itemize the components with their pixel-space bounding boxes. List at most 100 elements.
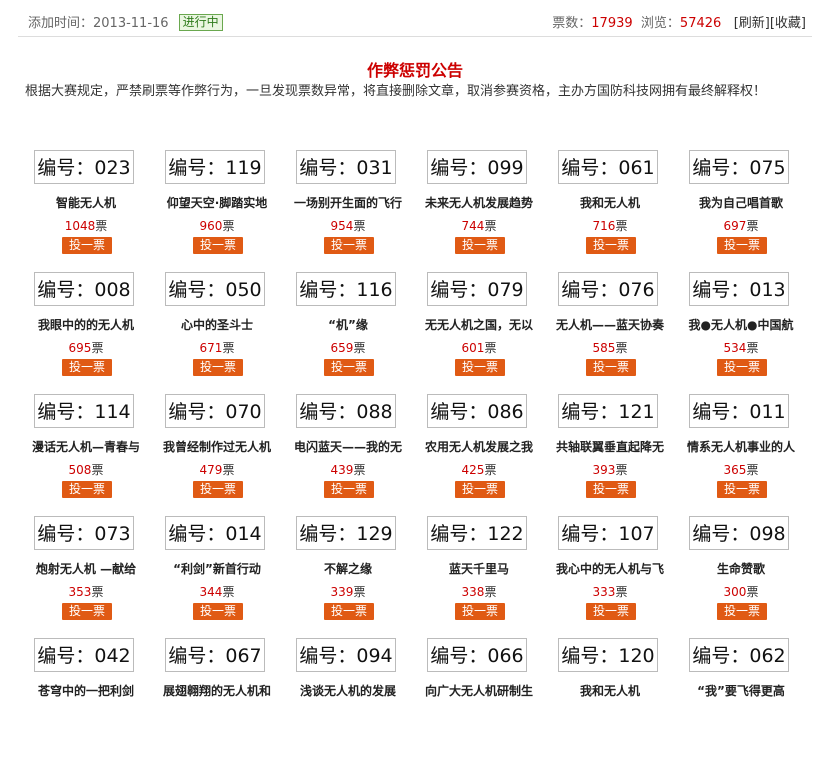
entry-title[interactable]: “我”要飞得更高	[675, 682, 807, 699]
entry-title[interactable]: 心中的圣斗士	[151, 316, 283, 333]
vote-button[interactable]: 投一票	[586, 481, 636, 498]
entry-votes: 439票	[282, 461, 414, 478]
vote-button[interactable]: 投一票	[586, 603, 636, 620]
votes-suffix: 票	[222, 341, 235, 355]
entry-title[interactable]: 一场别开生面的飞行	[282, 194, 414, 211]
entry-number[interactable]: 编号：114	[34, 394, 134, 428]
entry-number[interactable]: 编号：086	[427, 394, 527, 428]
vote-button[interactable]: 投一票	[324, 603, 374, 620]
added-time: 添加时间：2013-11-16	[28, 16, 169, 31]
entry-title[interactable]: 仰望天空·脚踏实地	[151, 194, 283, 211]
vote-button[interactable]: 投一票	[455, 481, 505, 498]
vote-button[interactable]: 投一票	[717, 359, 767, 376]
entry-number[interactable]: 编号：013	[689, 272, 789, 306]
entry-title[interactable]: 浅谈无人机的发展	[282, 682, 414, 699]
vote-button[interactable]: 投一票	[586, 237, 636, 254]
entry-title[interactable]: 向广大无人机研制生	[413, 682, 545, 699]
entry-number[interactable]: 编号：094	[296, 638, 396, 672]
entry-number[interactable]: 编号：031	[296, 150, 396, 184]
entry-number[interactable]: 编号：042	[34, 638, 134, 672]
entry-vote-count: 716	[592, 219, 616, 233]
entry-number[interactable]: 编号：008	[34, 272, 134, 306]
entry-number[interactable]: 编号：079	[427, 272, 527, 306]
entry-title[interactable]: 我●无人机●中国航	[675, 316, 807, 333]
entry-card: 编号：098 生命赞歌 300票 投一票	[675, 516, 807, 636]
vote-button[interactable]: 投一票	[193, 481, 243, 498]
entry-title[interactable]: 共轴联翼垂直起降无	[544, 438, 676, 455]
vote-button[interactable]: 投一票	[62, 481, 112, 498]
favorite-link[interactable]: [收藏]	[770, 16, 806, 31]
entry-number[interactable]: 编号：098	[689, 516, 789, 550]
entry-number[interactable]: 编号：073	[34, 516, 134, 550]
entry-number[interactable]: 编号：050	[165, 272, 265, 306]
entry-title[interactable]: “利剑”新首行动	[151, 560, 283, 577]
entry-number[interactable]: 编号：067	[165, 638, 265, 672]
entry-vote-count: 300	[723, 585, 747, 599]
vote-button[interactable]: 投一票	[717, 603, 767, 620]
entry-title[interactable]: 我和无人机	[544, 682, 676, 699]
entry-number[interactable]: 编号：129	[296, 516, 396, 550]
entry-number[interactable]: 编号：061	[558, 150, 658, 184]
entry-title[interactable]: 未来无人机发展趋势	[413, 194, 545, 211]
entry-number[interactable]: 编号：120	[558, 638, 658, 672]
entry-card: 编号：066 向广大无人机研制生	[413, 638, 545, 758]
entry-number[interactable]: 编号：122	[427, 516, 527, 550]
entry-title[interactable]: 我和无人机	[544, 194, 676, 211]
entry-number[interactable]: 编号：023	[34, 150, 134, 184]
entry-title[interactable]: 我心中的无人机与飞	[544, 560, 676, 577]
entry-number[interactable]: 编号：107	[558, 516, 658, 550]
entry-number[interactable]: 编号：075	[689, 150, 789, 184]
entry-number[interactable]: 编号：076	[558, 272, 658, 306]
vote-button[interactable]: 投一票	[324, 237, 374, 254]
entry-title[interactable]: 情系无人机事业的人	[675, 438, 807, 455]
entry-number[interactable]: 编号：119	[165, 150, 265, 184]
entry-title[interactable]: 我曾经制作过无人机	[151, 438, 283, 455]
entry-number[interactable]: 编号：066	[427, 638, 527, 672]
entry-number[interactable]: 编号：070	[165, 394, 265, 428]
entry-number[interactable]: 编号：099	[427, 150, 527, 184]
entry-title[interactable]: 苍穹中的一把利剑	[20, 682, 152, 699]
entry-votes: 508票	[20, 461, 152, 478]
vote-button[interactable]: 投一票	[193, 237, 243, 254]
entry-title[interactable]: 炮射无人机 —献给	[20, 560, 152, 577]
vote-button[interactable]: 投一票	[324, 359, 374, 376]
votes-suffix: 票	[615, 219, 628, 233]
vote-button[interactable]: 投一票	[455, 237, 505, 254]
vote-button[interactable]: 投一票	[324, 481, 374, 498]
entry-title[interactable]: 我眼中的的无人机	[20, 316, 152, 333]
vote-button[interactable]: 投一票	[455, 359, 505, 376]
entry-votes: 671票	[151, 339, 283, 356]
entry-number[interactable]: 编号：062	[689, 638, 789, 672]
entry-card: 编号：086 农用无人机发展之我 425票 投一票	[413, 394, 545, 514]
vote-button[interactable]: 投一票	[193, 359, 243, 376]
entry-title[interactable]: “机”缘	[282, 316, 414, 333]
entry-title[interactable]: 智能无人机	[20, 194, 152, 211]
refresh-link[interactable]: [刷新]	[734, 16, 770, 31]
entry-title[interactable]: 我为自己唱首歌	[675, 194, 807, 211]
votes-suffix: 票	[95, 219, 108, 233]
vote-button[interactable]: 投一票	[717, 481, 767, 498]
votes-label: 票数：	[552, 16, 592, 31]
entry-title[interactable]: 展翅翱翔的无人机和	[151, 682, 283, 699]
entry-title[interactable]: 无无人机之国，无以	[413, 316, 545, 333]
entry-number[interactable]: 编号：011	[689, 394, 789, 428]
entry-title[interactable]: 生命赞歌	[675, 560, 807, 577]
vote-button[interactable]: 投一票	[717, 237, 767, 254]
entry-title[interactable]: 无人机——蓝天协奏	[544, 316, 676, 333]
vote-button[interactable]: 投一票	[193, 603, 243, 620]
entry-number[interactable]: 编号：121	[558, 394, 658, 428]
entry-number[interactable]: 编号：116	[296, 272, 396, 306]
vote-button[interactable]: 投一票	[455, 603, 505, 620]
vote-button[interactable]: 投一票	[62, 603, 112, 620]
entry-title[interactable]: 农用无人机发展之我	[413, 438, 545, 455]
entry-title[interactable]: 蓝天千里马	[413, 560, 545, 577]
vote-button[interactable]: 投一票	[62, 237, 112, 254]
entry-title[interactable]: 不解之缘	[282, 560, 414, 577]
entry-title[interactable]: 电闪蓝天——我的无	[282, 438, 414, 455]
entry-title[interactable]: 漫话无人机—青春与	[20, 438, 152, 455]
entry-card: 编号：116 “机”缘 659票 投一票	[282, 272, 414, 392]
entry-number[interactable]: 编号：014	[165, 516, 265, 550]
entry-number[interactable]: 编号：088	[296, 394, 396, 428]
vote-button[interactable]: 投一票	[62, 359, 112, 376]
vote-button[interactable]: 投一票	[586, 359, 636, 376]
